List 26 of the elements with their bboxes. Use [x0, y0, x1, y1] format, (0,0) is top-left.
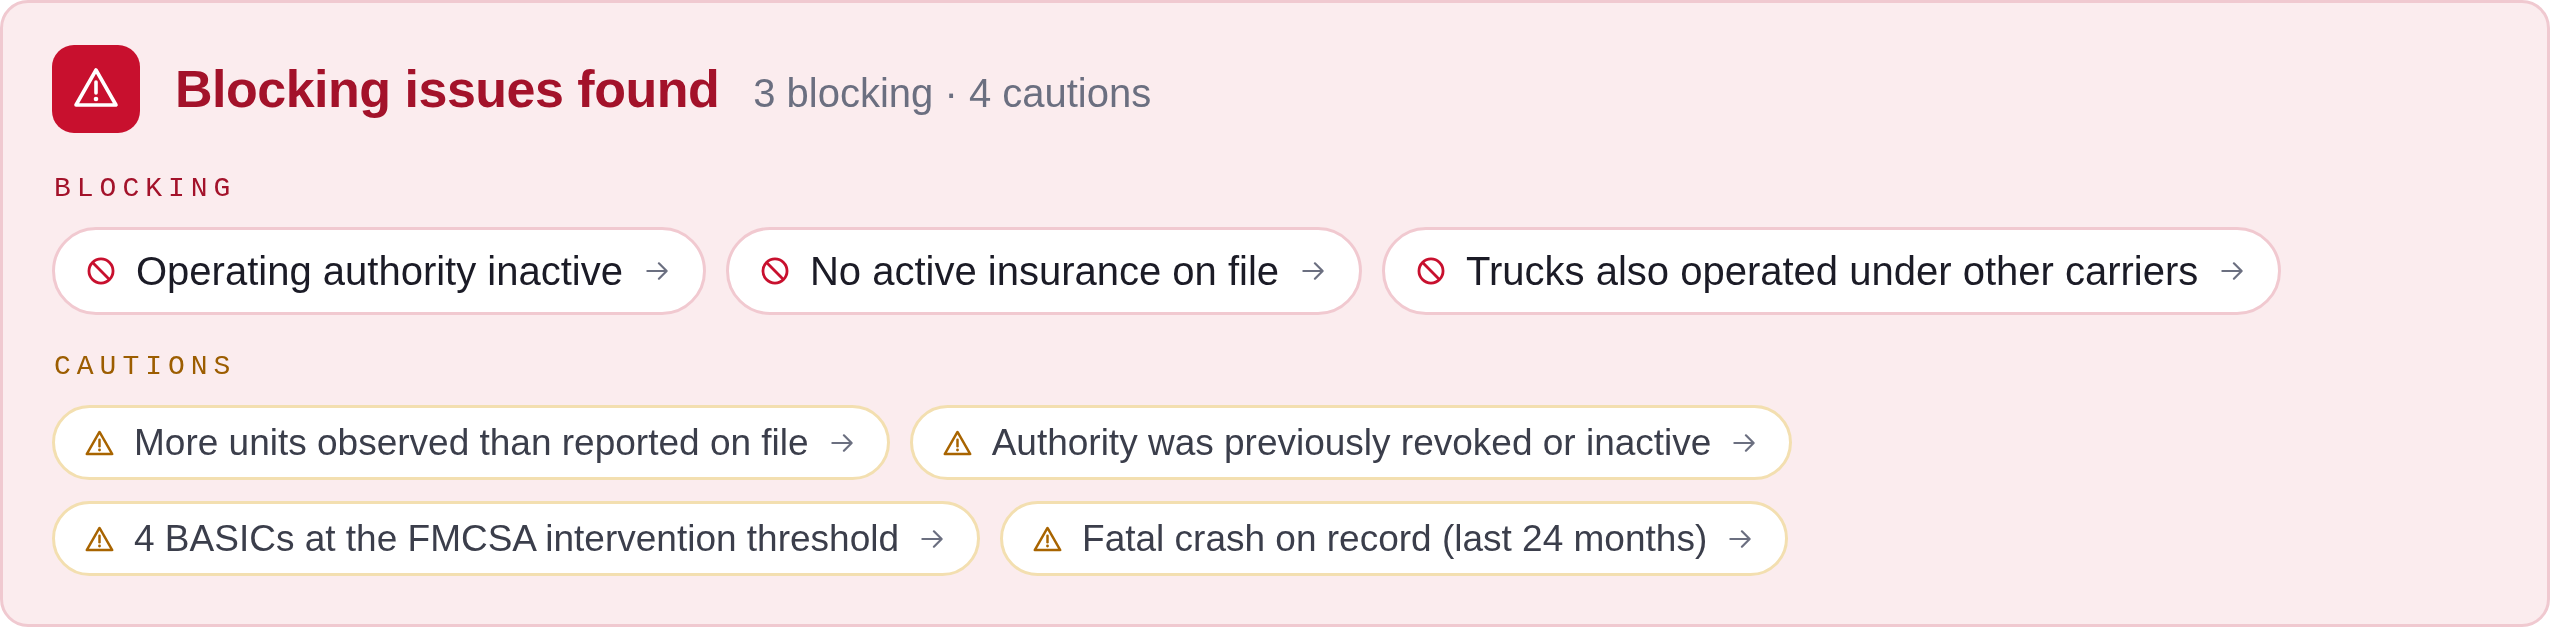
prohibited-icon [87, 257, 115, 285]
issue-chip[interactable]: No active insurance on file [725, 227, 1363, 315]
warning-icon [1033, 525, 1063, 552]
arrow-right-icon [1302, 262, 1325, 280]
warning-icon [942, 429, 972, 456]
prohibited-icon [760, 257, 789, 285]
arrow-right-icon [921, 529, 944, 548]
arrow-right-icon [830, 433, 853, 452]
arrow-right-icon [1729, 529, 1752, 548]
warning-icon [52, 45, 140, 133]
issue-chip[interactable]: Authority was previously revoked or inactive [909, 405, 1793, 480]
issue-chip[interactable]: Fatal crash on record (last 24 months) [1000, 501, 1789, 576]
arrow-right-icon [645, 262, 668, 280]
alert-title: Blocking issues found [175, 59, 720, 119]
issue-summary: 3 blocking · 4 cautions [753, 71, 1152, 116]
section-label: CAUTIONS [53, 351, 238, 383]
prohibited-icon [1417, 257, 1446, 285]
issue-chip[interactable]: 4 BASICs at the FMCSA intervention threshold [52, 501, 981, 576]
warning-icon [85, 525, 114, 552]
issue-chip[interactable]: More units observed than reported on file [52, 405, 890, 480]
issue-chip[interactable]: Operating authority inactive [52, 227, 706, 315]
warning-icon [85, 429, 114, 456]
arrow-right-icon [2221, 262, 2244, 280]
issue-chip[interactable]: Trucks also operated under other carriers [1382, 227, 2282, 315]
section-label: BLOCKING [53, 173, 238, 205]
arrow-right-icon [1733, 433, 1756, 452]
